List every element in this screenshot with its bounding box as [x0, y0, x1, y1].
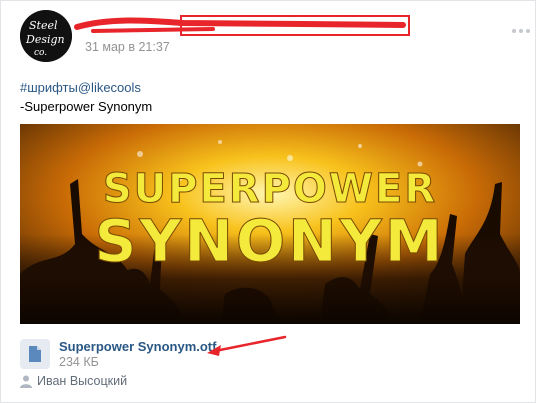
image-title-line-1: SUPERPOWER — [103, 166, 437, 212]
more-options-button[interactable] — [510, 26, 532, 36]
avatar[interactable]: Steel Design co. — [20, 10, 72, 62]
post-author[interactable]: Иван Высоцкий — [20, 374, 127, 388]
hashtag-link[interactable]: #шрифты@likecools — [20, 80, 141, 95]
annotation-arrow — [207, 335, 287, 356]
attachment-file-size: 234 КБ — [59, 355, 99, 369]
avatar-logo-text-3: co. — [34, 48, 47, 58]
image-title-line-2: SYNONYM — [95, 207, 446, 275]
attachment-file-name[interactable]: Superpower Synonym.otf — [59, 339, 216, 354]
post-card: Steel Design co. 31 мар в 21:37 #шрифты@… — [0, 0, 536, 403]
dot-icon — [526, 29, 530, 33]
redaction-box — [180, 15, 410, 36]
document-icon[interactable] — [20, 339, 50, 369]
dot-icon — [512, 29, 516, 33]
dot-icon — [519, 29, 523, 33]
post-text: -Superpower Synonym — [20, 99, 153, 114]
user-icon — [20, 375, 32, 388]
author-name: Иван Высоцкий — [37, 374, 128, 388]
avatar-logo-text-1: Steel — [29, 19, 58, 32]
post-date[interactable]: 31 мар в 21:37 — [85, 40, 170, 54]
avatar-logo-text-2: Design — [25, 33, 65, 46]
post-image[interactable]: SUPERPOWER SYNONYM — [20, 124, 520, 324]
